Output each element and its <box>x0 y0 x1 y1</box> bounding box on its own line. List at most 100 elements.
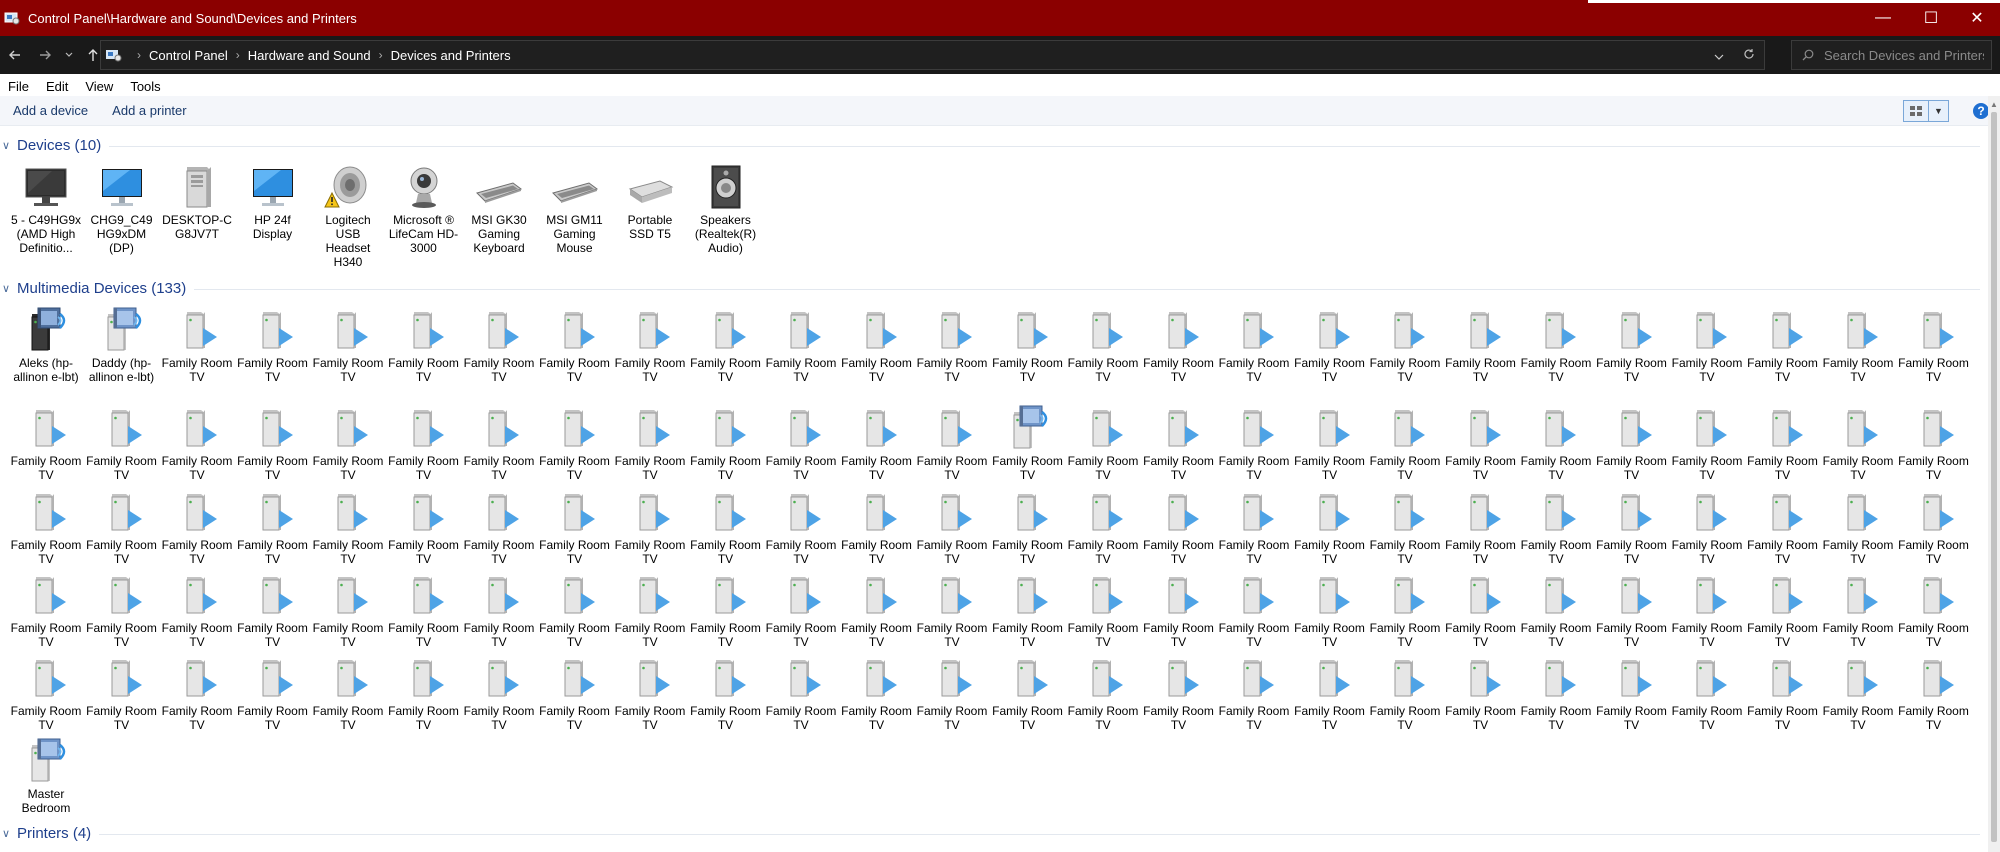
change-view-button[interactable]: ▼ <box>1903 100 1949 122</box>
group-header-printers[interactable]: ∨ Printers (4) <box>0 823 1980 843</box>
device-tile[interactable]: Family Room TV <box>1520 404 1592 482</box>
device-tile[interactable]: Family Room TV <box>992 571 1064 649</box>
device-tile[interactable]: Family Room TV <box>1294 404 1366 482</box>
device-tile[interactable]: Portable SSD T5 <box>614 163 686 241</box>
menu-file[interactable]: File <box>8 79 29 94</box>
minimize-button[interactable]: — <box>1858 0 1908 36</box>
device-tile[interactable]: MSI GK30 Gaming Keyboard <box>463 163 535 255</box>
add-device-button[interactable]: Add a device <box>13 103 88 118</box>
device-tile[interactable]: Family Room TV <box>916 306 988 384</box>
device-tile[interactable]: Family Room TV <box>1596 306 1668 384</box>
device-tile[interactable]: Family Room TV <box>463 654 535 732</box>
device-tile[interactable]: Family Room TV <box>10 404 82 482</box>
device-tile[interactable]: Daddy (hp-allinon e-lbt) <box>86 306 158 384</box>
device-tile[interactable]: Family Room TV <box>1294 654 1366 732</box>
device-tile[interactable]: Family Room TV <box>841 404 913 482</box>
device-tile[interactable]: Family Room TV <box>463 571 535 649</box>
device-tile[interactable]: 5 - C49HG9x (AMD High Definitio... <box>10 163 82 255</box>
device-tile[interactable]: Family Room TV <box>539 404 611 482</box>
device-tile[interactable]: Family Room TV <box>690 306 762 384</box>
device-tile[interactable]: Family Room TV <box>1294 488 1366 566</box>
device-tile[interactable]: Family Room TV <box>1898 404 1970 482</box>
device-tile[interactable]: Family Room TV <box>1822 488 1894 566</box>
device-tile[interactable]: Family Room TV <box>1747 306 1819 384</box>
group-header-devices[interactable]: ∨ Devices (10) <box>0 135 1980 155</box>
device-tile[interactable]: Family Room TV <box>1445 404 1517 482</box>
device-tile[interactable]: Family Room TV <box>1747 654 1819 732</box>
device-tile[interactable]: Family Room TV <box>1747 488 1819 566</box>
device-tile[interactable]: Master Bedroom <box>10 737 82 815</box>
device-tile[interactable]: Family Room TV <box>161 654 233 732</box>
device-tile[interactable]: Family Room TV <box>1218 488 1290 566</box>
device-tile[interactable]: Family Room TV <box>1671 571 1743 649</box>
device-tile[interactable]: Family Room TV <box>916 404 988 482</box>
menu-edit[interactable]: Edit <box>46 79 68 94</box>
scroll-up-icon[interactable]: ▲ <box>1990 100 1998 109</box>
device-tile[interactable]: Family Room TV <box>1596 654 1668 732</box>
device-tile[interactable]: Family Room TV <box>614 488 686 566</box>
device-tile[interactable]: Family Room TV <box>237 404 309 482</box>
device-tile[interactable]: Family Room TV <box>992 654 1064 732</box>
device-tile[interactable]: Family Room TV <box>1369 404 1441 482</box>
device-tile[interactable]: Family Room TV <box>10 571 82 649</box>
device-tile[interactable]: Family Room TV <box>1520 571 1592 649</box>
device-tile[interactable]: Family Room TV <box>765 488 837 566</box>
device-tile[interactable]: Family Room TV <box>1067 404 1139 482</box>
device-tile[interactable]: Family Room TV <box>1445 571 1517 649</box>
device-tile[interactable]: Family Room TV <box>1596 404 1668 482</box>
device-tile[interactable]: Family Room TV <box>1218 654 1290 732</box>
device-tile[interactable]: HP 24f Display <box>237 163 309 241</box>
search-box[interactable] <box>1791 40 1992 70</box>
device-tile[interactable]: Family Room TV <box>539 488 611 566</box>
device-tile[interactable]: Family Room TV <box>690 571 762 649</box>
device-tile[interactable]: Family Room TV <box>1520 488 1592 566</box>
device-tile[interactable]: Family Room TV <box>1747 404 1819 482</box>
device-tile[interactable]: Family Room TV <box>237 571 309 649</box>
view-dropdown[interactable]: ▼ <box>1929 101 1948 121</box>
device-tile[interactable]: Family Room TV <box>1671 306 1743 384</box>
device-tile[interactable]: Family Room TV <box>841 654 913 732</box>
device-tile[interactable]: Family Room TV <box>992 404 1064 482</box>
device-tile[interactable]: Family Room TV <box>1143 404 1215 482</box>
device-tile[interactable]: Family Room TV <box>388 488 460 566</box>
device-tile[interactable]: DESKTOP-C G8JV7T <box>161 163 233 241</box>
add-printer-button[interactable]: Add a printer <box>112 103 186 118</box>
device-tile[interactable]: Family Room TV <box>1671 488 1743 566</box>
device-tile[interactable]: Family Room TV <box>1898 306 1970 384</box>
device-tile[interactable]: Family Room TV <box>388 404 460 482</box>
device-tile[interactable]: Family Room TV <box>86 488 158 566</box>
device-tile[interactable]: Family Room TV <box>161 306 233 384</box>
device-tile[interactable]: Family Room TV <box>237 488 309 566</box>
device-tile[interactable]: Family Room TV <box>1067 488 1139 566</box>
device-tile[interactable]: Aleks (hp-allinon e-lbt) <box>10 306 82 384</box>
maximize-button[interactable]: ☐ <box>1908 0 1954 36</box>
scrollbar-thumb[interactable] <box>1991 112 1997 842</box>
device-tile[interactable]: Family Room TV <box>992 488 1064 566</box>
device-tile[interactable]: Family Room TV <box>1671 404 1743 482</box>
device-tile[interactable]: Logitech USB Headset H340 <box>312 163 384 269</box>
device-tile[interactable]: Family Room TV <box>388 654 460 732</box>
menu-view[interactable]: View <box>85 79 113 94</box>
device-tile[interactable]: Family Room TV <box>539 571 611 649</box>
device-tile[interactable]: Family Room TV <box>1822 306 1894 384</box>
device-tile[interactable]: Family Room TV <box>765 654 837 732</box>
device-tile[interactable]: Family Room TV <box>312 654 384 732</box>
breadcrumb-hardware-and-sound[interactable]: Hardware and Sound <box>248 48 371 63</box>
close-button[interactable]: ✕ <box>1954 0 2000 36</box>
device-tile[interactable]: MSI GM11 Gaming Mouse <box>539 163 611 255</box>
device-tile[interactable]: Family Room TV <box>765 571 837 649</box>
device-tile[interactable]: Family Room TV <box>765 306 837 384</box>
group-header-multimedia[interactable]: ∨ Multimedia Devices (133) <box>0 278 1980 298</box>
device-tile[interactable]: Family Room TV <box>690 488 762 566</box>
device-tile[interactable]: Family Room TV <box>463 488 535 566</box>
device-tile[interactable]: Family Room TV <box>1369 488 1441 566</box>
device-tile[interactable]: Family Room TV <box>614 306 686 384</box>
device-tile[interactable]: Family Room TV <box>1747 571 1819 649</box>
breadcrumb-devices-and-printers[interactable]: Devices and Printers <box>391 48 511 63</box>
device-tile[interactable]: Family Room TV <box>916 571 988 649</box>
device-tile[interactable]: CHG9_C49 HG9xDM (DP) <box>86 163 158 255</box>
address-box[interactable]: › Control Panel › Hardware and Sound › D… <box>100 40 1765 70</box>
device-tile[interactable]: Family Room TV <box>1822 404 1894 482</box>
device-tile[interactable]: Family Room TV <box>1671 654 1743 732</box>
search-input[interactable] <box>1824 47 1984 63</box>
